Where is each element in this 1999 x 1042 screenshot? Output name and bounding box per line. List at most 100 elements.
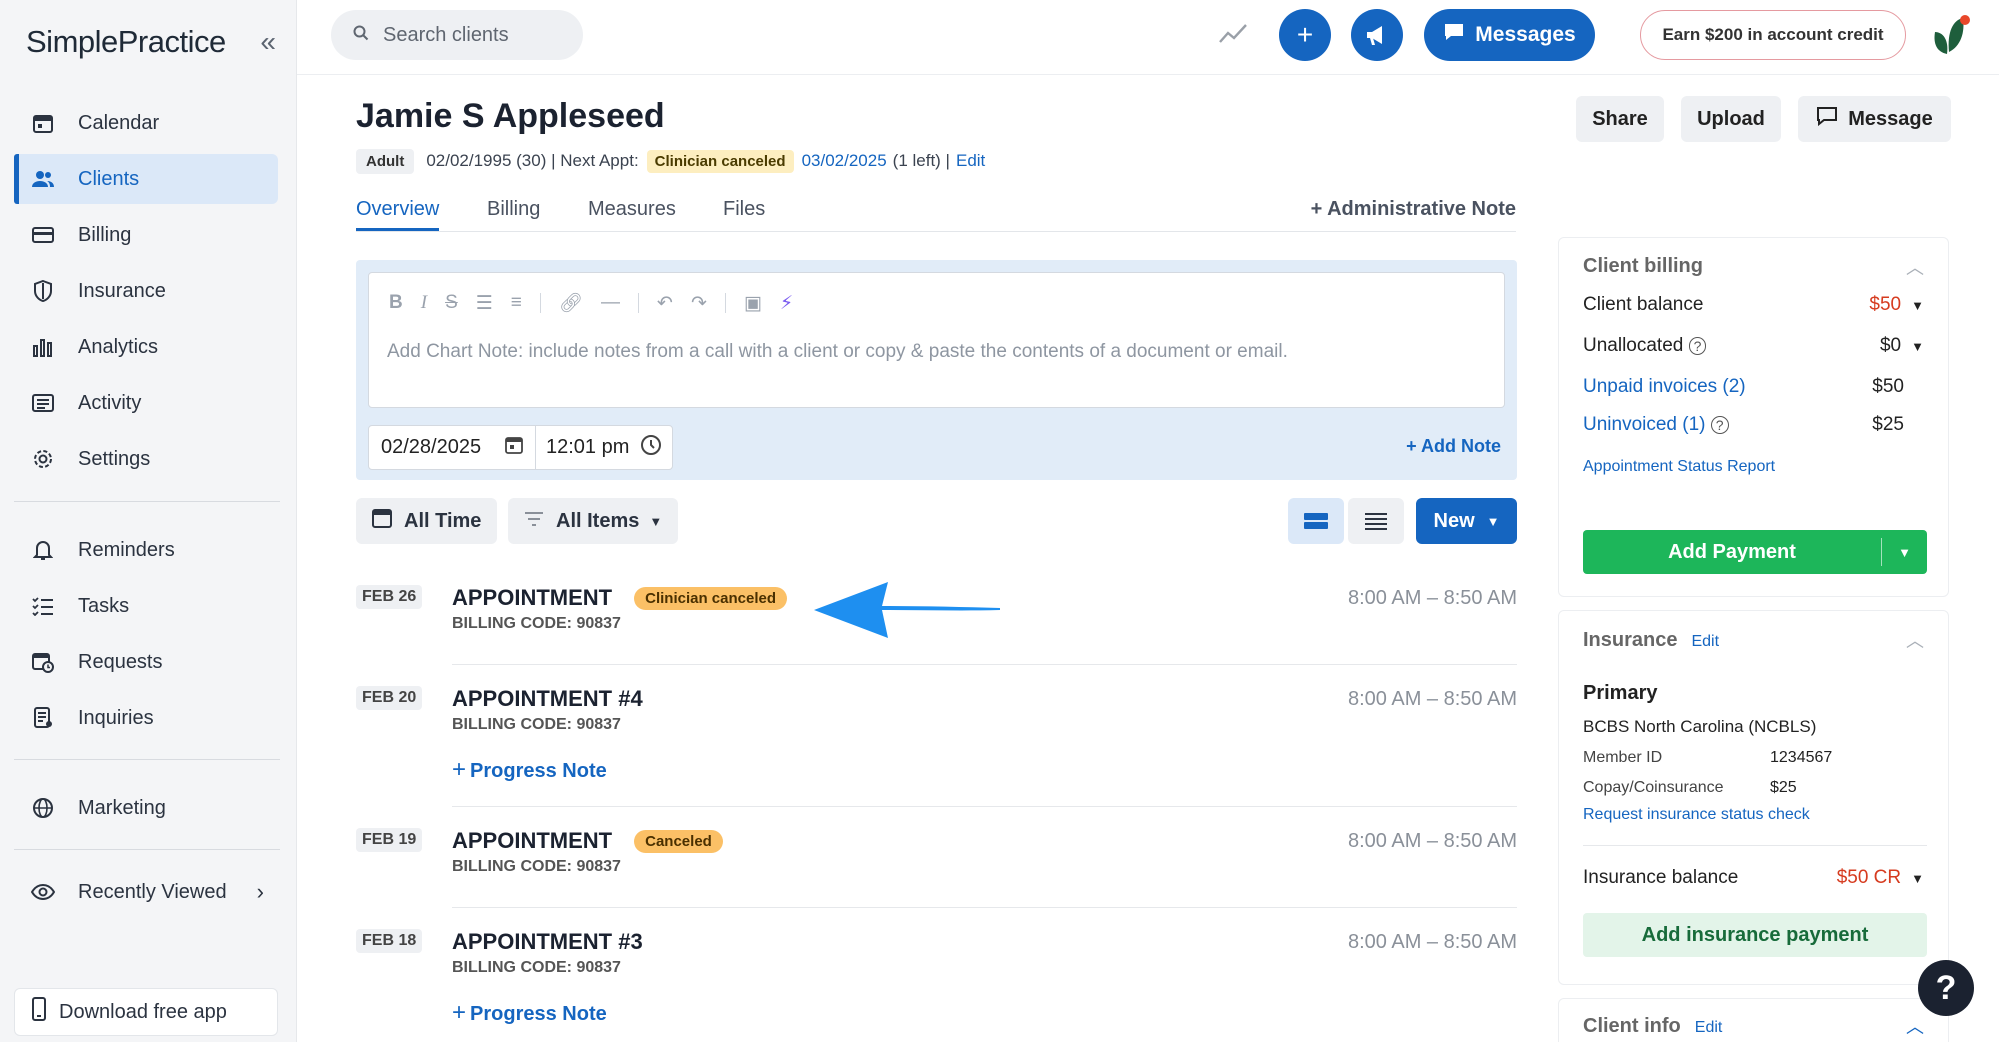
unallocated-value: $0 bbox=[1879, 335, 1902, 356]
insurance-balance-value: $50 CR bbox=[1836, 867, 1902, 888]
search-input[interactable]: Search clients bbox=[331, 10, 583, 60]
earn-credit-button[interactable]: Earn $200 in account credit bbox=[1640, 10, 1906, 60]
avatar[interactable] bbox=[1925, 12, 1973, 60]
tab-files[interactable]: Files bbox=[723, 198, 765, 221]
undo-icon[interactable]: ↶ bbox=[657, 292, 673, 315]
tab-billing[interactable]: Billing bbox=[487, 198, 540, 221]
divider bbox=[724, 293, 726, 313]
italic-icon[interactable]: I bbox=[421, 292, 427, 314]
megaphone-icon[interactable] bbox=[1351, 9, 1403, 61]
time-filter-button[interactable]: All Time bbox=[356, 498, 498, 544]
sidebar-item-inquiries[interactable]: Inquiries bbox=[14, 693, 278, 743]
sidebar-item-label: Recently Viewed bbox=[78, 880, 227, 903]
sidebar-item-recently-viewed[interactable]: Recently Viewed › bbox=[14, 867, 278, 917]
add-insurance-payment-button[interactable]: Add insurance payment bbox=[1583, 913, 1927, 957]
strikethrough-icon[interactable]: S bbox=[445, 292, 458, 314]
note-date-field[interactable]: 02/28/2025 bbox=[368, 425, 536, 470]
sidebar-item-requests[interactable]: Requests bbox=[14, 637, 278, 687]
share-button[interactable]: Share bbox=[1576, 96, 1664, 142]
logo[interactable]: SimplePractice bbox=[26, 24, 226, 60]
bold-icon[interactable]: B bbox=[389, 292, 403, 314]
client-balance-dropdown[interactable]: $50 ▼ bbox=[1869, 294, 1924, 316]
sidebar-item-marketing[interactable]: Marketing bbox=[14, 783, 278, 833]
topbar-divider bbox=[297, 74, 1999, 75]
add-note-button[interactable]: + Add Note bbox=[1406, 436, 1501, 457]
add-payment-label: Add Payment bbox=[1668, 540, 1796, 563]
unallocated-label-group: Unallocated ? bbox=[1583, 335, 1707, 357]
numbered-list-icon[interactable]: ≡ bbox=[511, 292, 522, 314]
next-appointment-link[interactable]: 03/02/2025 bbox=[802, 151, 887, 171]
appointment-title: APPOINTMENT #3 bbox=[452, 929, 643, 955]
sidebar-item-label: Marketing bbox=[78, 796, 166, 819]
request-status-check-link[interactable]: Request insurance status check bbox=[1583, 806, 1810, 824]
users-icon bbox=[30, 166, 56, 192]
message-button[interactable]: Message bbox=[1798, 96, 1951, 142]
uninvoiced-link[interactable]: Uninvoiced (1) bbox=[1583, 414, 1706, 435]
edit-insurance-link[interactable]: Edit bbox=[1691, 633, 1719, 650]
chevron-up-icon[interactable]: ︿ bbox=[1906, 627, 1924, 653]
edit-client-link[interactable]: Edit bbox=[956, 151, 985, 171]
upload-button[interactable]: Upload bbox=[1681, 96, 1781, 142]
status-badge: Canceled bbox=[634, 829, 723, 853]
link-icon[interactable]: 🔗︎ bbox=[559, 291, 583, 315]
chevron-up-icon[interactable]: ︿ bbox=[1906, 254, 1924, 280]
tab-measures[interactable]: Measures bbox=[588, 198, 676, 221]
download-app-button[interactable]: Download free app bbox=[14, 988, 278, 1036]
client-balance-value: $50 bbox=[1869, 294, 1902, 315]
chevron-up-icon[interactable]: ︿ bbox=[1906, 1013, 1924, 1039]
messages-button[interactable]: Messages bbox=[1424, 9, 1595, 61]
billing-code: BILLING CODE: 90837 bbox=[452, 615, 621, 632]
sidebar-item-insurance[interactable]: Insurance bbox=[14, 266, 278, 316]
list-item[interactable]: FEB 18 APPOINTMENT #3 BILLING CODE: 9083… bbox=[356, 929, 1517, 1039]
list-item[interactable]: FEB 19 APPOINTMENT Canceled BILLING CODE… bbox=[356, 828, 1517, 908]
sidebar-item-activity[interactable]: Activity bbox=[14, 378, 278, 428]
sidebar-item-calendar[interactable]: Calendar bbox=[14, 98, 278, 148]
administrative-note-button[interactable]: + Administrative Note bbox=[1311, 198, 1516, 221]
help-circle-icon[interactable]: ? bbox=[1688, 337, 1707, 355]
items-filter-button[interactable]: All Items ▼ bbox=[508, 498, 679, 544]
chart-note-editor[interactable]: B I S ☰ ≡ 🔗︎ — ↶ ↷ ▣ ⚡︎ Add Chart Note: … bbox=[368, 272, 1505, 408]
page-title: Jamie S Appleseed bbox=[356, 97, 665, 135]
sidebar-item-clients[interactable]: Clients bbox=[14, 154, 278, 204]
insurance-balance-label: Insurance balance bbox=[1583, 867, 1739, 888]
list-item[interactable]: FEB 20 APPOINTMENT #4 BILLING CODE: 9083… bbox=[356, 686, 1517, 796]
new-button[interactable]: New ▼ bbox=[1416, 498, 1517, 544]
sidebar-item-label: Tasks bbox=[78, 594, 130, 617]
tab-overview[interactable]: Overview bbox=[356, 198, 440, 231]
caret-down-icon: ▼ bbox=[1911, 870, 1924, 886]
plus-icon: + bbox=[452, 756, 467, 783]
sidebar-item-label: Calendar bbox=[78, 111, 160, 134]
insurance-balance-dropdown[interactable]: $50 CR ▼ bbox=[1837, 867, 1924, 889]
horizontal-rule-icon[interactable]: — bbox=[601, 292, 620, 314]
trend-icon[interactable] bbox=[1218, 22, 1248, 46]
uninvoiced-row: Uninvoiced (1) ? $25 bbox=[1583, 414, 1904, 436]
add-payment-button[interactable]: Add Payment ▼ bbox=[1583, 530, 1927, 574]
appointments-left: (1 left) | bbox=[892, 151, 950, 170]
collapse-sidebar-icon[interactable]: « bbox=[260, 26, 276, 58]
sidebar-item-reminders[interactable]: Reminders bbox=[14, 525, 278, 575]
help-circle-icon[interactable]: ? bbox=[1710, 416, 1729, 434]
help-button[interactable]: ? bbox=[1918, 960, 1974, 1016]
add-progress-note-button[interactable]: + Progress Note bbox=[452, 999, 607, 1027]
globe-icon bbox=[30, 795, 56, 821]
bullet-list-icon[interactable]: ☰ bbox=[476, 292, 493, 315]
add-progress-note-button[interactable]: + Progress Note bbox=[452, 756, 607, 784]
image-icon[interactable]: ▣ bbox=[744, 292, 762, 315]
appointment-status-report-link[interactable]: Appointment Status Report bbox=[1583, 458, 1775, 476]
edit-client-info-link[interactable]: Edit bbox=[1695, 1019, 1723, 1036]
annotation-arrow-icon bbox=[814, 582, 1000, 638]
unpaid-invoices-link[interactable]: Unpaid invoices (2) bbox=[1583, 376, 1746, 398]
note-time-field[interactable]: 12:01 pm bbox=[535, 425, 673, 470]
insurance-title: Insurance bbox=[1583, 629, 1678, 651]
sidebar-item-settings[interactable]: Settings bbox=[14, 434, 278, 484]
sidebar-item-billing[interactable]: Billing bbox=[14, 210, 278, 260]
list-view-button[interactable] bbox=[1348, 498, 1404, 544]
add-icon[interactable]: + bbox=[1279, 9, 1331, 61]
caret-down-icon[interactable]: ▼ bbox=[1881, 538, 1927, 566]
redo-icon[interactable]: ↷ bbox=[691, 292, 707, 315]
card-view-button[interactable] bbox=[1288, 498, 1344, 544]
ai-spark-icon[interactable]: ⚡︎ bbox=[780, 292, 793, 315]
sidebar-item-analytics[interactable]: Analytics bbox=[14, 322, 278, 372]
sidebar-item-tasks[interactable]: Tasks bbox=[14, 581, 278, 631]
unallocated-dropdown[interactable]: $0 ▼ bbox=[1880, 335, 1924, 357]
